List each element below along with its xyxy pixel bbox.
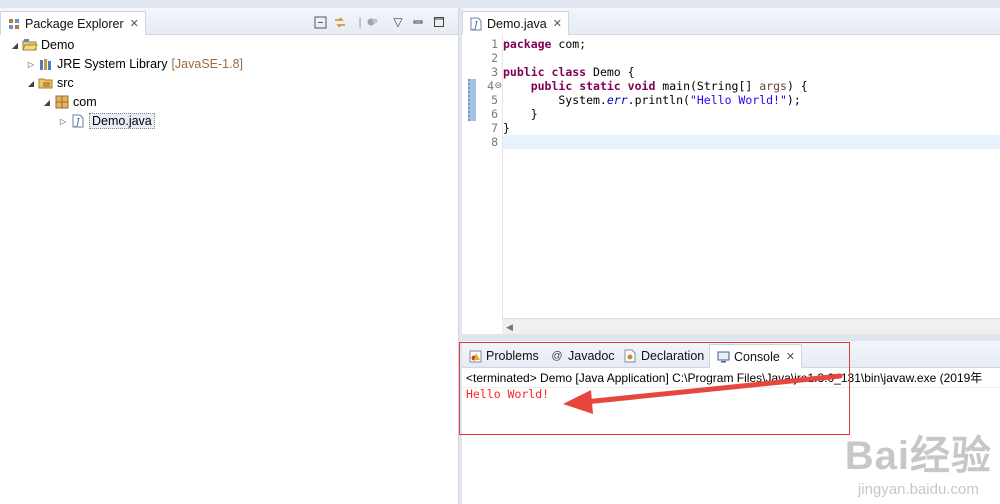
tab-javadoc-label: Javadoc: [568, 349, 615, 363]
expanded-arrow-icon[interactable]: ◢: [26, 79, 36, 88]
line-number: 6: [491, 107, 498, 121]
expanded-arrow-icon[interactable]: ◢: [10, 41, 20, 50]
java-file-icon: J: [469, 17, 483, 31]
tab-javadoc[interactable]: @ Javadoc: [544, 344, 621, 368]
editor-tabbar: J Demo.java ✕: [462, 8, 1000, 35]
package-explorer-icon: [7, 17, 21, 31]
line-number: 2: [491, 51, 498, 65]
line-number: 5: [491, 93, 498, 107]
package-icon: [54, 95, 70, 109]
library-icon: [38, 57, 54, 71]
code-text-area[interactable]: package com; public class Demo { public …: [502, 35, 1000, 318]
quick-diff-marker: [468, 79, 476, 121]
minimize-icon[interactable]: [410, 14, 426, 30]
code-line-4: public static void main(String[] args) {: [530, 79, 808, 93]
watermark-url: jingyan.baidu.com: [857, 481, 979, 498]
tree-item-package-com[interactable]: ◢ com: [42, 93, 97, 111]
declaration-icon: [623, 349, 637, 363]
tab-declaration[interactable]: Declaration: [617, 344, 710, 368]
code-line-5: System.err.println("Hello World!");: [503, 93, 801, 107]
code-line-8-current: [503, 135, 1000, 149]
line-number: 8: [491, 135, 498, 149]
tree-decoration-jre-version: [JavaSE-1.8]: [171, 57, 244, 71]
tab-demo-java[interactable]: J Demo.java ✕: [462, 11, 569, 35]
tree-label-package: com: [73, 95, 97, 109]
focus-on-active-task-icon[interactable]: [364, 14, 380, 30]
source-folder-icon: [38, 76, 54, 90]
watermark: Bai经验 jingyan.baidu.com: [845, 423, 992, 498]
close-icon[interactable]: ✕: [786, 350, 795, 363]
tree-label-file: Demo.java: [89, 113, 155, 129]
line-number: 4: [487, 79, 494, 93]
close-icon[interactable]: ✕: [130, 17, 139, 30]
line-number-gutter: 1 2 3 4 ⊖ 5 6 7 8: [476, 35, 502, 334]
quick-diff-ruler: [462, 35, 476, 334]
watermark-brand: Bai经验: [844, 434, 992, 478]
horizontal-scrollbar[interactable]: ◀: [502, 318, 1000, 334]
collapse-all-icon[interactable]: [312, 14, 328, 30]
tab-console[interactable]: Console ✕: [709, 344, 803, 368]
console-output-text[interactable]: Hello World!: [466, 387, 549, 401]
code-line-1: package com;: [503, 37, 587, 51]
tab-demo-java-label: Demo.java: [487, 16, 547, 31]
console-icon: [716, 350, 730, 364]
close-icon[interactable]: ✕: [553, 17, 562, 30]
java-editor: J Demo.java ✕ 1 2 3 4 ⊖ 5 6 7 8 package …: [462, 8, 1000, 334]
tab-package-explorer[interactable]: Package Explorer ✕: [0, 11, 146, 35]
package-explorer-tabbar: Package Explorer ✕ | ▽: [0, 8, 458, 35]
tab-problems[interactable]: Problems: [462, 344, 545, 368]
code-line-3: public class Demo {: [503, 65, 635, 79]
bottom-tabbar: Problems @ Javadoc Declaration Console ✕: [462, 341, 1000, 368]
tab-declaration-label: Declaration: [641, 349, 705, 363]
package-explorer-view: Package Explorer ✕ | ▽ ◢ Demo ▷ JRE Syst…: [0, 8, 459, 504]
tab-console-label: Console: [734, 349, 780, 364]
tree-label-project: Demo: [41, 38, 75, 52]
java-file-icon: J: [70, 114, 86, 128]
tree-item-project-demo[interactable]: ◢ Demo: [10, 36, 74, 54]
tab-problems-label: Problems: [486, 349, 539, 363]
collapsed-arrow-icon[interactable]: ▷: [26, 60, 36, 69]
problems-icon: [468, 349, 482, 363]
tree-label-jre: JRE System Library: [57, 57, 168, 71]
at-sign-icon: @: [551, 350, 563, 362]
link-with-editor-icon[interactable]: [332, 14, 348, 30]
annotation-arrow-icon: [563, 373, 843, 414]
tab-package-explorer-label: Package Explorer: [25, 16, 124, 31]
tree-label-src: src: [57, 76, 74, 90]
tree-item-demo-java[interactable]: ▷ J Demo.java: [58, 112, 155, 130]
tree-item-src[interactable]: ◢ src: [26, 74, 74, 92]
project-folder-icon: [22, 38, 38, 52]
tree-item-jre-library[interactable]: ▷ JRE System Library [JavaSE-1.8]: [26, 55, 243, 73]
line-number: 1: [491, 37, 498, 51]
line-number: 7: [491, 121, 498, 135]
scroll-left-icon[interactable]: ◀: [506, 322, 513, 332]
expanded-arrow-icon[interactable]: ◢: [42, 98, 52, 107]
line-number: 3: [491, 65, 498, 79]
maximize-icon[interactable]: [431, 14, 447, 30]
collapsed-arrow-icon[interactable]: ▷: [58, 117, 68, 126]
code-line-7: }: [503, 121, 510, 135]
fold-collapse-icon[interactable]: ⊖: [494, 80, 502, 91]
code-line-6: }: [503, 107, 538, 121]
view-menu-icon[interactable]: ▽: [390, 14, 406, 30]
